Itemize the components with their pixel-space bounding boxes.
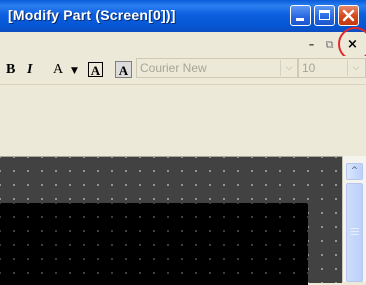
screen-canvas[interactable]	[0, 203, 308, 285]
title-bar: [Modify Part (Screen[0])]	[0, 0, 366, 32]
maximize-icon	[319, 10, 330, 20]
font-color-button[interactable]: A	[53, 61, 63, 79]
grip-line	[351, 234, 359, 235]
screen-workspace[interactable]	[0, 156, 342, 285]
mdi-minimize-button[interactable]: –	[304, 38, 319, 52]
font-size-select[interactable]: 10 ⌵	[298, 58, 366, 78]
font-name-select[interactable]: Courier New ⌵	[136, 58, 298, 78]
vertical-scrollbar[interactable]: ^	[342, 156, 366, 282]
text-background-button[interactable]: A	[115, 61, 132, 78]
bold-button[interactable]: B	[6, 61, 15, 79]
window-minimize-button[interactable]	[290, 5, 311, 26]
scroll-thumb[interactable]	[346, 183, 363, 282]
properties-panel	[0, 85, 366, 156]
font-name-value: Courier New	[140, 61, 207, 75]
close-icon	[342, 9, 355, 22]
window-maximize-button[interactable]	[314, 5, 335, 26]
italic-button[interactable]: I	[27, 61, 32, 79]
font-color-dropdown-icon[interactable]: ▼	[71, 62, 78, 80]
grip-line	[351, 228, 359, 229]
scroll-up-button[interactable]: ^	[346, 163, 363, 180]
font-size-value: 10	[302, 61, 316, 75]
text-highlight-button[interactable]: A	[88, 62, 103, 78]
minimize-icon	[296, 18, 304, 21]
chevron-down-icon[interactable]: ⌵	[347, 60, 364, 76]
mdi-control-bar: – ⧉ ×	[0, 32, 366, 56]
window-title: [Modify Part (Screen[0])]	[8, 7, 176, 23]
window-close-button[interactable]	[338, 5, 359, 26]
grip-line	[351, 231, 359, 232]
chevron-down-icon[interactable]: ⌵	[280, 60, 297, 76]
mdi-restore-button[interactable]: ⧉	[322, 38, 337, 52]
